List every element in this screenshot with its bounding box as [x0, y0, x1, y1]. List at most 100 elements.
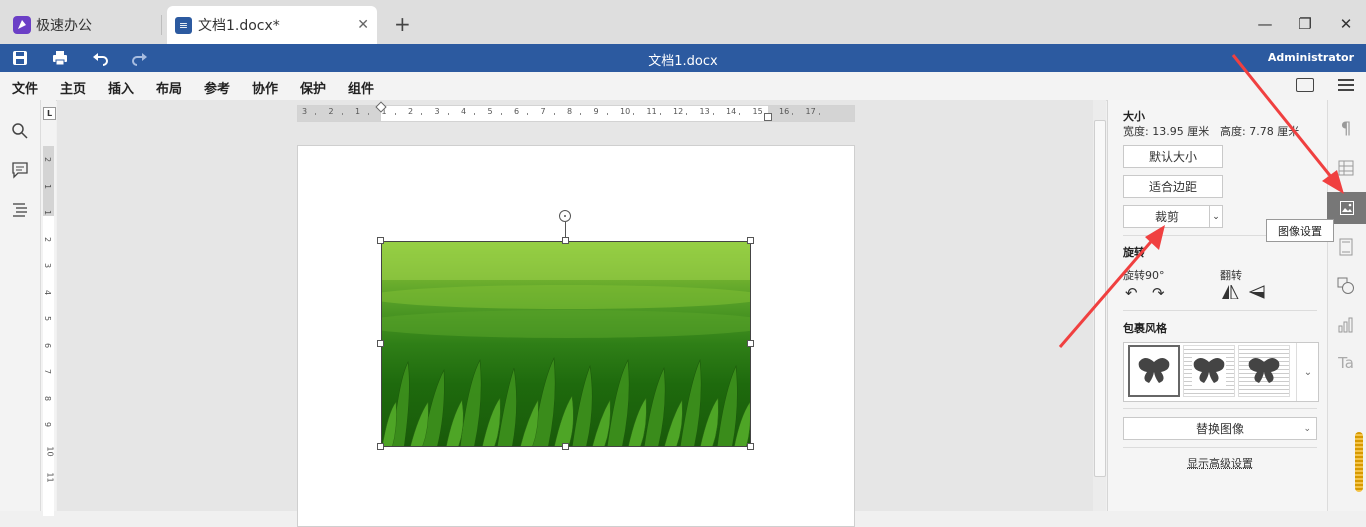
- ruler-tick-label: 11: [46, 472, 55, 482]
- butterfly-icon: [1137, 356, 1171, 386]
- default-size-button[interactable]: 默认大小: [1123, 145, 1223, 168]
- navigation-icon[interactable]: [11, 200, 29, 218]
- ruler-tick-dot: [395, 113, 396, 115]
- ruler-tick-label: 2: [43, 157, 52, 162]
- ruler-tick-label: 11: [647, 107, 657, 116]
- shape-settings-icon[interactable]: [1335, 275, 1357, 297]
- search-icon[interactable]: [11, 122, 29, 140]
- minimize-icon[interactable]: —: [1245, 10, 1285, 38]
- ruler-tick-label: 3: [43, 263, 52, 268]
- ruler-tick-dot: [580, 113, 581, 115]
- comment-icon[interactable]: [11, 161, 29, 179]
- ruler-tick-label: 14: [726, 107, 736, 116]
- ruler-tick-label: 13: [700, 107, 710, 116]
- right-scroll-indicator[interactable]: [1355, 432, 1363, 492]
- wrap-style-title: 包裹风格: [1123, 320, 1167, 336]
- menu-insert[interactable]: 插入: [108, 78, 134, 97]
- menu-protect[interactable]: 保护: [300, 78, 326, 97]
- selected-image[interactable]: [381, 241, 751, 447]
- ruler-tick-label: 6: [43, 342, 52, 347]
- wrap-tight-option[interactable]: [1238, 345, 1290, 397]
- rotate90-label: 旋转90°: [1123, 267, 1165, 283]
- ruler-tick-dot: [819, 113, 820, 115]
- wrap-style-gallery[interactable]: ⌄: [1123, 342, 1319, 402]
- resize-handle-s[interactable]: [562, 443, 569, 450]
- replace-image-label: 替换图像: [1196, 420, 1244, 437]
- ruler-tick-label: 7: [541, 107, 546, 116]
- flip-vertical-icon[interactable]: [1249, 285, 1265, 302]
- open-location-icon[interactable]: [1296, 78, 1314, 92]
- flip-label: 翻转: [1220, 267, 1242, 283]
- resize-handle-ne[interactable]: [747, 237, 754, 244]
- document-title: 文档1.docx: [0, 50, 1366, 69]
- chart-settings-icon[interactable]: [1335, 314, 1357, 336]
- menu-references[interactable]: 参考: [204, 78, 230, 97]
- resize-handle-sw[interactable]: [377, 443, 384, 450]
- table-settings-icon[interactable]: [1335, 157, 1357, 179]
- ruler-tick-dot: [448, 113, 449, 115]
- right-indent-marker[interactable]: [764, 113, 772, 121]
- ruler-tick-dot: [315, 113, 316, 115]
- chevron-down-icon: ⌄: [1303, 424, 1311, 434]
- tab-home[interactable]: 极速办公: [6, 6, 156, 44]
- ruler-tick-dot: [421, 113, 422, 115]
- tab-home-label: 极速办公: [36, 15, 92, 35]
- tab-document-label: 文档1.docx*: [198, 15, 280, 35]
- crop-button[interactable]: 裁剪: [1123, 205, 1211, 228]
- tab-stop-icon[interactable]: L: [43, 107, 56, 120]
- rotate-title: 旋转: [1123, 244, 1145, 260]
- horizontal-ruler[interactable]: 3 2 1 1 2 3 4 5 6 7 8 9 10 11 12 13 14 15 16 17: [297, 105, 855, 122]
- crop-dropdown-icon[interactable]: ⌄: [1209, 205, 1223, 228]
- ruler-tick-label: 5: [488, 107, 493, 116]
- resize-handle-se[interactable]: [747, 443, 754, 450]
- restore-icon[interactable]: ❐: [1285, 10, 1325, 38]
- rotate-line: [565, 222, 566, 238]
- plus-icon[interactable]: +: [394, 12, 411, 36]
- window-close-icon[interactable]: ✕: [1326, 10, 1366, 38]
- rotate-handle-icon[interactable]: [559, 210, 571, 222]
- butterfly-icon: [1247, 356, 1281, 386]
- menu-layout[interactable]: 布局: [156, 78, 182, 97]
- ruler-tick-dot: [660, 113, 661, 115]
- menu-file[interactable]: 文件: [12, 78, 38, 97]
- wrap-inline-option[interactable]: [1128, 345, 1180, 397]
- menu-plugins[interactable]: 组件: [348, 78, 374, 97]
- ruler-tick-label: 17: [806, 107, 816, 116]
- ruler-tick-label: 2: [43, 236, 52, 241]
- replace-image-button[interactable]: 替换图像 ⌄: [1123, 417, 1317, 440]
- ruler-tick-dot: [527, 113, 528, 115]
- tab-document[interactable]: ≡ 文档1.docx* ✕: [167, 6, 377, 44]
- image-settings-panel: 大小 宽度: 13.95 厘米 高度: 7.78 厘米 默认大小 适合边距 裁剪…: [1107, 100, 1328, 511]
- menu-collaborate[interactable]: 协作: [252, 78, 278, 97]
- paragraph-settings-icon[interactable]: ¶: [1335, 118, 1357, 140]
- text-art-icon[interactable]: Ta: [1335, 352, 1357, 374]
- rotate-right-icon[interactable]: ↷: [1152, 284, 1165, 302]
- fit-margin-button[interactable]: 适合边距: [1123, 175, 1223, 198]
- height-label: 高度: 7.78 厘米: [1220, 123, 1299, 139]
- resize-handle-nw[interactable]: [377, 237, 384, 244]
- ruler-tick-label: 1: [43, 183, 52, 188]
- flip-horizontal-icon[interactable]: [1221, 285, 1239, 302]
- wrap-more-dropdown-icon[interactable]: ⌄: [1296, 343, 1319, 401]
- scrollbar-thumb[interactable]: [1094, 120, 1106, 477]
- resize-handle-e[interactable]: [747, 340, 754, 347]
- menu-home[interactable]: 主页: [60, 78, 86, 97]
- ruler-tick-dot: [633, 113, 634, 115]
- tab-bar: 极速办公 ≡ 文档1.docx* ✕ + — ❐ ✕: [0, 0, 1366, 44]
- header-footer-icon[interactable]: [1335, 236, 1357, 258]
- user-name[interactable]: Administrator: [1268, 51, 1354, 64]
- advanced-settings-link[interactable]: 显示高级设置: [1123, 455, 1317, 471]
- rotate-left-icon[interactable]: ↶: [1125, 284, 1138, 302]
- ruler-tick-label: 3: [435, 107, 440, 116]
- hamburger-menu-icon[interactable]: [1338, 79, 1354, 91]
- ruler-tick-label: 15: [753, 107, 763, 116]
- resize-handle-w[interactable]: [377, 340, 384, 347]
- app-logo-icon: [13, 16, 31, 34]
- resize-handle-n[interactable]: [562, 237, 569, 244]
- wrap-square-option[interactable]: [1183, 345, 1235, 397]
- close-icon[interactable]: ✕: [357, 17, 369, 33]
- vertical-ruler[interactable]: L 2 1 1 2 3 4 5 6 7 8 9 10 11: [41, 100, 56, 511]
- ruler-tick-dot: [368, 113, 369, 115]
- menu-bar: 文件 主页 插入 布局 参考 协作 保护 组件: [0, 72, 1366, 101]
- ruler-tick-dot: [686, 113, 687, 115]
